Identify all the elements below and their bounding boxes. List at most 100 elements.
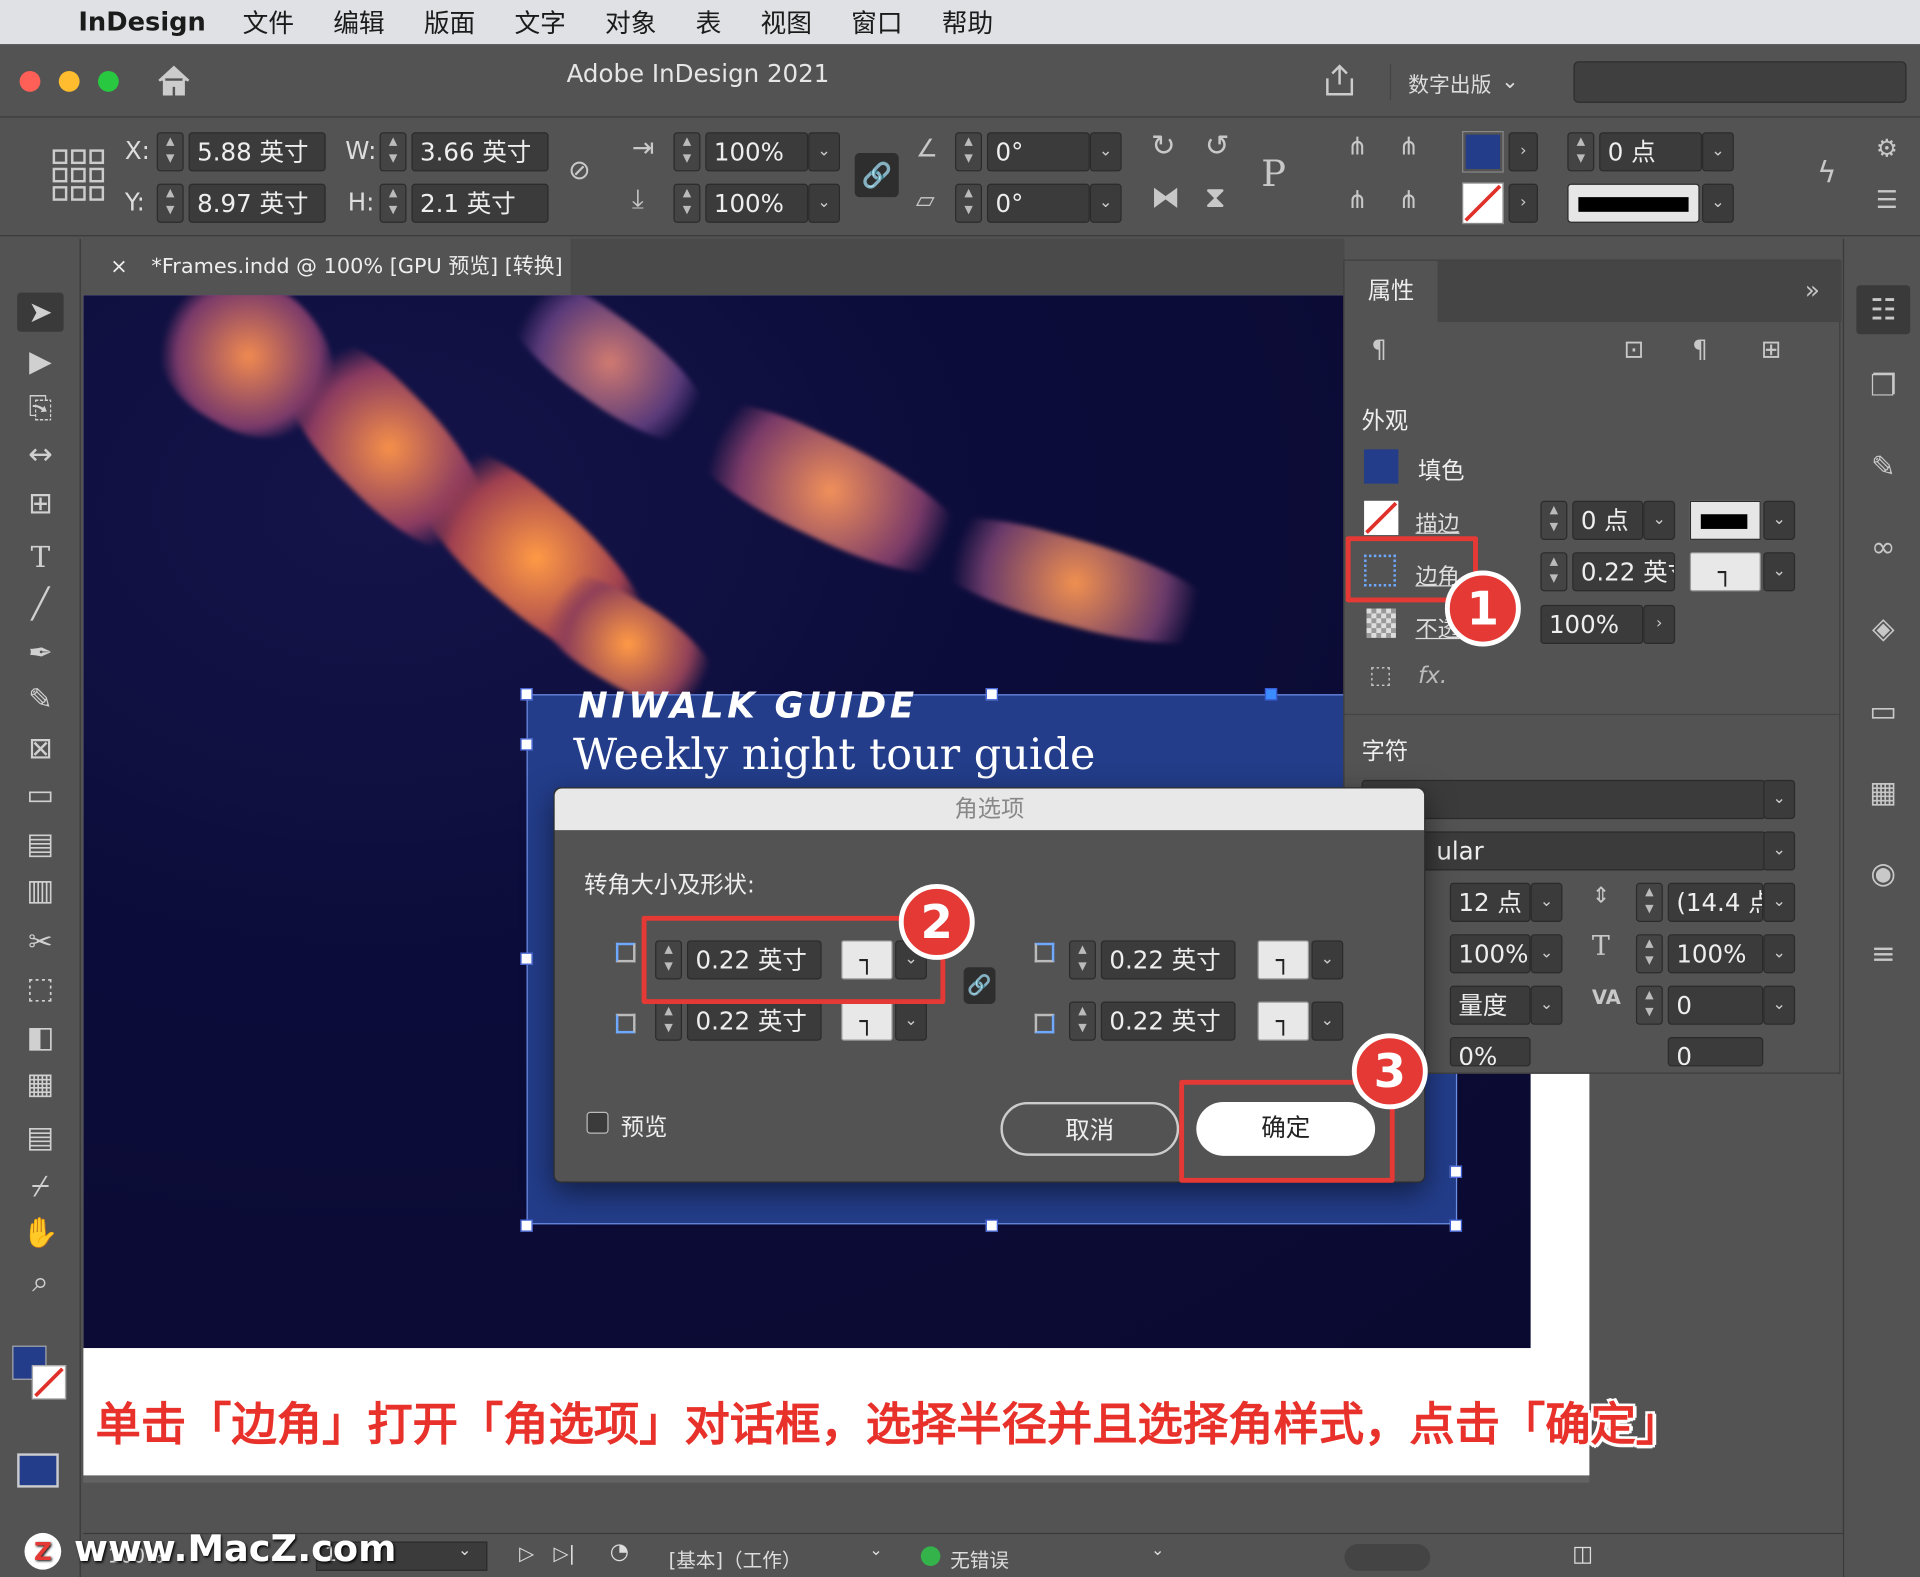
w-stepper[interactable]: ▲ ▼ (379, 132, 407, 172)
menu-help[interactable]: 帮助 (942, 4, 993, 41)
bottom-right-shape-dropdown[interactable]: ⌄ (1311, 1001, 1344, 1041)
gradient-swatch-tool-icon[interactable]: ◧ (17, 1017, 64, 1056)
shear-field[interactable]: 0° (986, 183, 1090, 223)
convert-shape-icon[interactable]: ¶ (1692, 334, 1708, 363)
next-page-icon[interactable]: ▷ (519, 1541, 534, 1564)
font-size-field[interactable]: 12 点 (1449, 882, 1531, 922)
stroke-type-dropdown[interactable]: ⌄ (1702, 183, 1734, 223)
gear-icon[interactable]: ⚙ (1876, 133, 1898, 162)
preflight-errors[interactable]: 无错误 (950, 1544, 1009, 1573)
zoom-tool-icon[interactable]: ⌕ (17, 1262, 64, 1301)
link-icon[interactable]: 🔗 (854, 153, 899, 198)
frame-fitting-icon[interactable]: ⬚ (1369, 660, 1392, 689)
vertical-scale-dropdown[interactable]: ⌄ (1763, 934, 1796, 974)
stroke-type-dropdown-panel[interactable]: ⌄ (1763, 500, 1796, 540)
scale-y-stepper[interactable]: ▲ ▼ (673, 183, 701, 223)
cancel-button[interactable]: 取消 (1000, 1101, 1180, 1156)
content-collector-icon[interactable]: ⊞ (17, 484, 64, 523)
link-corners-icon[interactable]: 🔗 (963, 967, 996, 1004)
swatches-panel-icon[interactable]: ▦ (1856, 775, 1910, 809)
stroke-type-selector[interactable] (1567, 183, 1700, 223)
bottom-left-stepper[interactable]: ▲ ▼ (655, 1001, 683, 1041)
y-stepper[interactable]: ▲ ▼ (156, 183, 184, 223)
frame-handle-top[interactable] (985, 688, 998, 701)
constrain-proportions-icon[interactable]: ⊘ (568, 155, 591, 186)
corner-shape-panel[interactable]: ┐ (1689, 552, 1761, 592)
font-size-dropdown[interactable]: ⌄ (1530, 882, 1563, 922)
rectangle-frame-tool-icon[interactable]: ⊠ (17, 729, 64, 768)
flip-vertical-icon[interactable]: ⧗ (1205, 180, 1226, 214)
preflight-profile[interactable]: [基本]（工作） (669, 1544, 802, 1573)
fill-swatch-icon[interactable] (1364, 449, 1399, 484)
x-stepper[interactable]: ▲ ▼ (156, 132, 184, 172)
shear-dropdown[interactable]: ⌄ (1089, 183, 1122, 223)
bottom-left-shape-selector[interactable]: ┐ (841, 1001, 893, 1041)
scale-x-field[interactable]: 100% (705, 132, 809, 172)
tab-properties[interactable]: 属性 (1344, 260, 1438, 323)
workspace-switcher[interactable]: 数字出版 ⌄ (1389, 63, 1519, 101)
close-tab-icon[interactable]: × (110, 255, 127, 279)
type-tool-icon[interactable]: T (17, 538, 64, 577)
direct-selection-tool-icon[interactable]: ▶ (17, 342, 64, 381)
menu-type[interactable]: 文字 (514, 4, 565, 41)
bottom-right-size-field[interactable]: 0.22 英寸 (1100, 1001, 1236, 1041)
menu-view[interactable]: 视图 (761, 4, 812, 41)
select-content-icon[interactable]: ⋔ (1347, 185, 1368, 214)
text-frame-options-icon[interactable]: ⊡ (1624, 334, 1645, 363)
vertical-scale-field[interactable]: 100% (1667, 934, 1764, 974)
frame-handle-top-left[interactable] (520, 688, 533, 701)
bottom-right-shape-selector[interactable]: ┐ (1257, 1001, 1309, 1041)
bottom-left-size-field[interactable]: 0.22 英寸 (686, 1001, 822, 1041)
preflight-dropdown-icon[interactable]: ⌄ (869, 1541, 882, 1559)
menu-edit[interactable]: 编辑 (333, 4, 384, 41)
font-style-dropdown[interactable]: ⌄ (1763, 831, 1796, 871)
top-right-stepper[interactable]: ▲ ▼ (1068, 940, 1096, 980)
grid-tool-icon[interactable]: ▥ (17, 871, 64, 910)
subhead-text[interactable]: Weekly night tour guide (573, 731, 1095, 780)
stroke-label[interactable]: 描边 (1416, 507, 1460, 539)
collapse-panel-icon[interactable]: » (1805, 275, 1820, 304)
frame-handle-bottom-right[interactable] (1449, 1219, 1463, 1232)
add-icon[interactable]: ⊞ (1761, 334, 1782, 363)
x-field[interactable]: 5.88 英寸 (188, 132, 326, 172)
frame-handle-left[interactable] (520, 952, 533, 965)
path-direction-icon[interactable]: P (1261, 153, 1286, 196)
rotate-ccw-icon[interactable]: ↺ (1205, 129, 1230, 163)
y-field[interactable]: 8.97 英寸 (188, 183, 326, 223)
stroke-weight-stepper-panel[interactable]: ▲ ▼ (1540, 500, 1568, 540)
select-previous-icon[interactable]: ⋔ (1398, 131, 1419, 160)
stroke-weight-dropdown[interactable]: ⌄ (1702, 132, 1734, 172)
scissors-tool-icon[interactable]: ✂ (17, 922, 64, 961)
leading-field[interactable]: (14.4 点 (1667, 882, 1764, 922)
h-field[interactable]: 2.1 英寸 (411, 183, 549, 223)
cc-libraries-icon[interactable]: ✎ (1856, 449, 1910, 483)
app-menu[interactable]: InDesign (78, 7, 206, 36)
select-container-icon[interactable]: ⋔ (1347, 131, 1368, 160)
frame-handle-corner-widget[interactable] (520, 738, 533, 751)
bottom-right-stepper[interactable]: ▲ ▼ (1068, 1001, 1096, 1041)
reference-point-icon[interactable] (51, 148, 105, 202)
horizontal-scale-field[interactable]: 100% (1449, 934, 1531, 974)
note-tool-icon[interactable]: ▤ (17, 1118, 64, 1157)
effects-icon[interactable]: fx. (1418, 662, 1447, 689)
top-right-shape-selector[interactable]: ┐ (1257, 940, 1309, 980)
panel-menu-icon[interactable]: ☰ (1876, 185, 1898, 214)
stroke-swatch[interactable] (1462, 182, 1504, 225)
pen-tool-icon[interactable]: ✒ (17, 633, 64, 672)
horizontal-scrollbar[interactable] (1344, 1543, 1431, 1571)
flip-horizontal-icon[interactable]: ⧓ (1151, 180, 1180, 214)
top-right-size-field[interactable]: 0.22 英寸 (1100, 940, 1236, 980)
fill-swatch-menu[interactable]: › (1508, 132, 1538, 172)
stroke-weight-field[interactable]: 0 点 (1599, 132, 1703, 172)
horizontal-scale-dropdown[interactable]: ⌄ (1530, 934, 1563, 974)
skew-field[interactable]: 0 (1667, 1037, 1764, 1067)
rotate-dropdown[interactable]: ⌄ (1089, 132, 1122, 172)
free-transform-tool-icon[interactable]: ⬚ (17, 968, 64, 1007)
search-input[interactable] (1573, 61, 1907, 103)
split-layout-icon[interactable]: ◫ (1572, 1541, 1593, 1567)
document-tab[interactable]: × *Frames.indd @ 100% [GPU 预览] [转换] (83, 238, 571, 296)
stroke-weight-dropdown-panel[interactable]: ⌄ (1643, 500, 1676, 540)
stroke-color-icon[interactable] (31, 1365, 67, 1400)
page-dropdown-icon[interactable]: ⌄ (458, 1541, 471, 1559)
selection-tool-icon[interactable]: ➤ (17, 292, 64, 332)
